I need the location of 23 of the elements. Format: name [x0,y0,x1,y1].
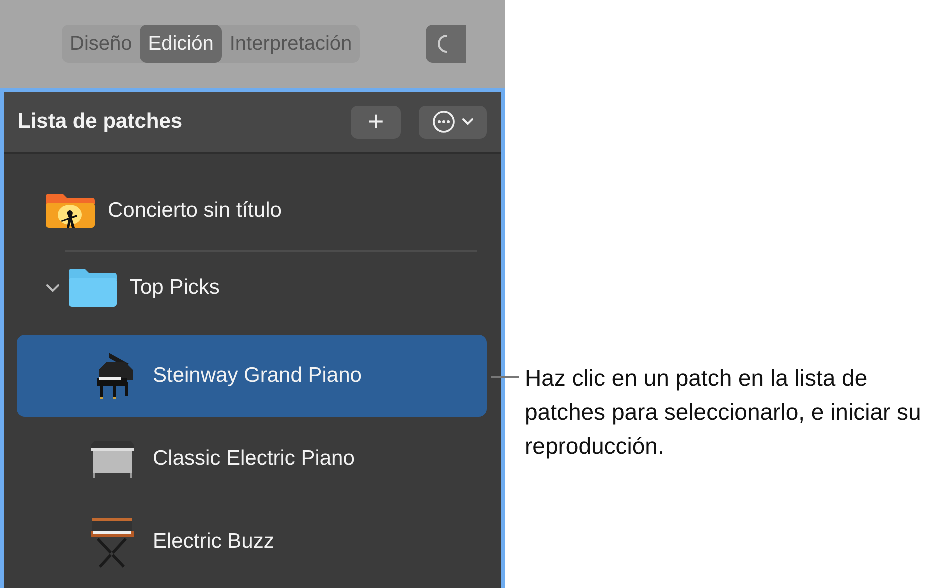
folder-icon [45,193,96,229]
patch-name: Electric Buzz [153,530,274,554]
synth-icon [89,516,135,568]
more-icon [432,110,456,134]
add-button[interactable]: + [351,106,401,138]
patch-row[interactable]: Steinway Grand Piano [17,335,487,417]
patch-name: Steinway Grand Piano [153,364,362,388]
patch-name: Classic Electric Piano [153,447,355,471]
chevron-icon[interactable] [46,284,60,292]
folder-icon [68,268,118,308]
patch-name: Concierto sin título [108,199,282,223]
patch-row[interactable]: Concierto sin título [17,172,487,250]
mode-tab[interactable]: Edición [140,25,222,63]
patch-row[interactable]: Top Picks [17,252,487,324]
patch-row[interactable]: Electric Buzz [17,501,487,583]
toolbar-button[interactable] [426,25,466,63]
leader-line [491,376,519,378]
chevron-icon [462,118,474,126]
patch-row[interactable]: Classic Electric Piano [17,418,487,500]
callout-text: Haz clic en un patch en la lista de patches para seleccionarlo, e iniciar su reproducción. [525,364,922,461]
panel-title: Lista de patches [18,110,184,134]
patch-name: Top Picks [130,276,220,300]
more-menu-button[interactable] [419,106,487,138]
